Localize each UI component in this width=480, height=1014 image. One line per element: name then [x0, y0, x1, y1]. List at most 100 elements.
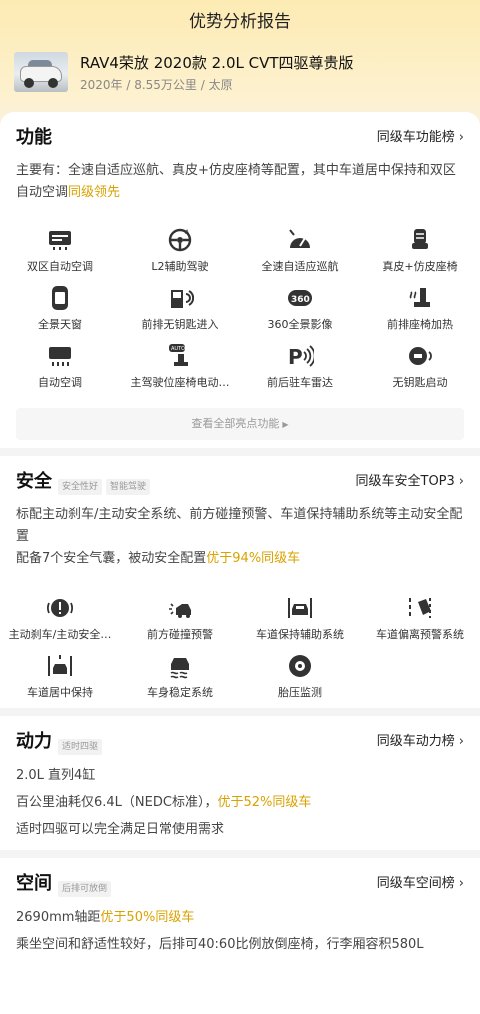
car-summary[interactable]: RAV4荣放 2020款 2.0L CVT四驱尊贵版 2020年 / 8.55万… — [14, 52, 474, 96]
sunroof-icon — [52, 286, 68, 310]
l2-assist-icon: A — [168, 228, 192, 252]
lane-center-icon — [48, 655, 72, 676]
power-fuel-highlight: 优于52%同级车 — [217, 795, 312, 810]
safety-item-label: 前方碰撞预警 — [147, 628, 213, 641]
function-title: 功能 — [16, 127, 52, 148]
safety-desc-2: 配备7个安全气囊，被动安全配置优于94%同级车 — [16, 548, 464, 570]
space-header: 空间 后排可放倒 同级车空间榜 › — [16, 872, 464, 897]
power-tags: 适时四驱 — [58, 734, 106, 755]
car-meta: 2020年 / 8.55万公里 / 太原 — [80, 78, 233, 92]
top-bar: 优势分析报告 — [0, 0, 480, 44]
safety-rank-link[interactable]: 同级车安全TOP3 › — [356, 470, 465, 494]
tire-pressure-icon — [289, 655, 311, 677]
chevron-right-icon: › — [458, 130, 464, 145]
power-engine: 2.0L 直列4缸 — [16, 768, 96, 783]
auto-ac-icon — [49, 347, 71, 366]
svg-text:AUTO: AUTO — [171, 346, 185, 352]
space-wheelbase-text: 2690mm轴距 — [16, 910, 101, 925]
collision-warning-icon — [169, 603, 191, 618]
lane-keep-icon — [288, 598, 312, 618]
parking-radar-icon: P — [288, 345, 314, 369]
space-rank-link[interactable]: 同级车空间榜 › — [377, 872, 464, 896]
function-item[interactable]: 前排无钥匙进入 — [120, 284, 240, 332]
space-wheelbase: 2690mm轴距优于50%同级车 — [16, 907, 464, 929]
space-tags: 后排可放倒 — [58, 876, 115, 897]
leather-seat-icon — [412, 229, 428, 249]
space-card: 空间 后排可放倒 同级车空间榜 › 2690mm轴距优于50%同级车 乘坐空间和舒… — [0, 858, 480, 1014]
safety-tags: 安全性好 智能驾驶 — [58, 474, 154, 495]
safety-desc-highlight: 优于94%同级车 — [206, 551, 301, 566]
safety-header: 安全 安全性好 智能驾驶 同级车安全TOP3 › — [16, 470, 465, 495]
safety-item-label: 车道居中保持 — [27, 686, 93, 699]
function-item-label: 自动空调 — [38, 376, 82, 389]
safety-item[interactable]: 车身稳定系统 — [120, 652, 240, 700]
function-item-label: 前后驻车雷达 — [267, 376, 333, 389]
safety-item[interactable]: 车道保持辅助系统 — [240, 594, 360, 642]
car-name: RAV4荣放 2020款 2.0L CVT四驱尊贵版 — [80, 54, 354, 72]
power-card: 动力 适时四驱 同级车动力榜 › 2.0L 直列4缸 百公里油耗仅6.4L（NED… — [0, 716, 480, 850]
function-item[interactable]: 前排座椅加热 — [360, 284, 480, 332]
car-thumbnail — [14, 52, 68, 92]
safety-item-label: 胎压监测 — [278, 686, 322, 699]
safety-item-label: 车道保持辅助系统 — [256, 628, 344, 641]
safety-item[interactable]: 主动刹车/主动安全… — [0, 594, 120, 642]
function-item-label: 360全景影像 — [267, 318, 333, 331]
function-item-label: 前排座椅加热 — [387, 318, 453, 331]
function-item[interactable]: 全速自适应巡航 — [240, 226, 360, 274]
safety-item-label: 车道偏离预警系统 — [376, 628, 464, 641]
chevron-right-icon: › — [458, 734, 464, 749]
safety-desc-1: 标配主动刹车/主动安全系统、前方碰撞预警、车道保持辅助系统等主动安全配置 — [16, 507, 463, 544]
active-brake-icon — [47, 599, 73, 617]
power-drive: 适时四驱可以完全满足日常使用需求 — [16, 822, 225, 837]
view-all-label: 查看全部亮点功能 — [191, 417, 280, 430]
safety-item[interactable]: 前方碰撞预警 — [120, 594, 240, 642]
safety-item[interactable]: 车道偏离预警系统 — [360, 594, 480, 642]
keyless-entry-icon — [171, 290, 194, 308]
keyless-start-icon — [409, 347, 432, 365]
function-rank-link[interactable]: 同级车功能榜 › — [377, 126, 464, 150]
chevron-right-icon: › — [458, 474, 464, 489]
function-desc-highlight: 同级领先 — [68, 185, 121, 200]
function-item-label: 真皮+仿皮座椅 — [382, 260, 458, 273]
function-item[interactable]: 双区自动空调 — [0, 226, 120, 274]
space-title: 空间 — [16, 873, 52, 894]
function-header: 功能 同级车功能榜 › — [16, 126, 464, 150]
lane-departure-icon — [409, 598, 431, 618]
function-item[interactable]: 真皮+仿皮座椅 — [360, 226, 480, 274]
power-title: 动力 — [16, 731, 52, 752]
svg-text:360: 360 — [291, 295, 310, 305]
function-item[interactable]: 自动空调 — [0, 342, 120, 390]
seat-heating-icon — [409, 288, 430, 307]
function-item[interactable]: 全景天窗 — [0, 284, 120, 332]
space-comfort: 乘坐空间和舒适性较好，后排可40:60比例放倒座椅，行李厢容积580L — [16, 937, 424, 952]
view-all-features-button[interactable]: 查看全部亮点功能 ▶ — [16, 408, 464, 440]
function-item[interactable]: 无钥匙启动 — [360, 342, 480, 390]
safety-item[interactable]: 车道居中保持 — [0, 652, 120, 700]
power-rank-label: 同级车动力榜 — [376, 734, 455, 749]
safety-item[interactable]: 胎压监测 — [240, 652, 360, 700]
safety-item-label: 车身稳定系统 — [147, 686, 213, 699]
function-item-label: 无钥匙启动 — [392, 376, 448, 389]
safety-card: 安全 安全性好 智能驾驶 同级车安全TOP3 › 标配主动刹车/主动安全系统、前方碰… — [0, 456, 480, 708]
function-item-label: 全景天窗 — [38, 318, 82, 331]
page-title: 优势分析报告 — [189, 12, 291, 32]
power-fuel-text: 百公里油耗仅6.4L（NEDC标准）， — [16, 795, 218, 810]
function-item-label: 双区自动空调 — [27, 260, 93, 273]
power-rank-link[interactable]: 同级车动力榜 › — [377, 730, 464, 754]
function-item[interactable]: 360 360全景影像 — [240, 284, 360, 332]
function-item[interactable]: A L2辅助驾驶 — [120, 226, 240, 274]
space-rank-label: 同级车空间榜 — [376, 876, 455, 891]
function-item[interactable]: AUTO 主驾驶位座椅电动… — [120, 342, 240, 390]
triangle-right-icon: ▶ — [282, 420, 289, 429]
function-item[interactable]: P 前后驻车雷达 — [240, 342, 360, 390]
safety-item-label: 主动刹车/主动安全… — [8, 628, 112, 641]
space-wheelbase-highlight: 优于50%同级车 — [100, 910, 195, 925]
svg-text:P: P — [288, 345, 303, 369]
power-fuel: 百公里油耗仅6.4L（NEDC标准），优于52%同级车 — [16, 792, 464, 814]
tag: 后排可放倒 — [58, 881, 112, 897]
camera-360-icon: 360 — [288, 290, 312, 306]
safety-desc-text: 配备7个安全气囊，被动安全配置 — [16, 551, 207, 566]
adaptive-cruise-icon — [289, 229, 310, 248]
function-card: 功能 同级车功能榜 › 主要有：全速自适应巡航、真皮+仿皮座椅等配置，其中车道居中… — [0, 112, 480, 448]
stability-icon — [170, 658, 189, 679]
